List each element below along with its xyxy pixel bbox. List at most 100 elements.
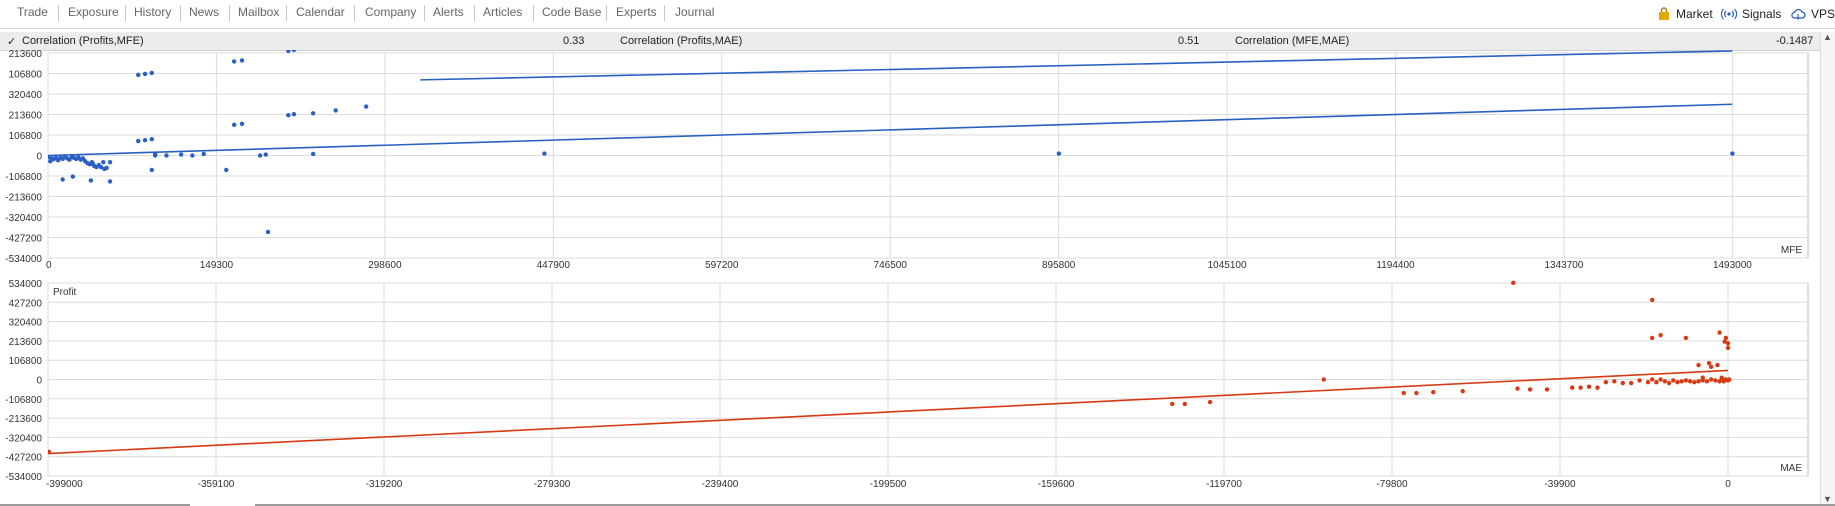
scatter-point	[231, 122, 237, 127]
collapse-check-icon[interactable]: ✓	[7, 35, 16, 48]
scatter-point	[102, 166, 107, 172]
tab-experts[interactable]: Experts	[616, 5, 657, 19]
tab-exposure[interactable]: Exposure	[68, 5, 119, 19]
scatter-point	[1431, 389, 1436, 395]
scatter-point	[1671, 378, 1676, 383]
scatter-point	[1679, 379, 1684, 384]
x-tick-label: 0	[46, 260, 52, 271]
bottom-scroll-strip[interactable]	[0, 501, 1835, 506]
scatter-point	[1620, 380, 1625, 386]
y-tick-label: -534000	[5, 254, 42, 265]
scatter-point	[1570, 385, 1575, 390]
scatter-point	[1207, 399, 1213, 405]
scatter-point	[1628, 380, 1634, 386]
scatter-point	[1708, 377, 1714, 382]
tab-separator	[229, 5, 230, 21]
scatter-point	[239, 58, 245, 63]
scatter-point	[1730, 151, 1735, 156]
y-tick-label: 534000	[9, 279, 43, 290]
scatter-point	[1683, 378, 1689, 383]
tab-separator	[664, 5, 665, 21]
x-tick-label: 0	[1725, 479, 1731, 490]
scatter-point	[48, 449, 52, 454]
scatter-point	[224, 167, 229, 173]
scatter-point	[190, 153, 195, 158]
scatter-point	[1658, 377, 1663, 382]
scatter-point	[88, 178, 94, 183]
scatter-point	[201, 151, 206, 157]
scatter-point	[149, 167, 154, 173]
x-tick-label: -199500	[870, 479, 907, 490]
y-tick-label: -427200	[5, 234, 42, 245]
scatter-point	[1401, 390, 1406, 396]
signals-link[interactable]: Signals	[1721, 7, 1781, 21]
tab-news[interactable]: News	[189, 5, 219, 19]
scatter-point	[291, 112, 297, 117]
tab-alerts[interactable]: Alerts	[433, 5, 464, 19]
x-tick-label: 1194400	[1376, 260, 1415, 271]
scatter-point	[164, 153, 169, 158]
tab-calendar[interactable]: Calendar	[296, 5, 345, 19]
x-tick-label: 149300	[200, 260, 234, 271]
tab-articles[interactable]: Articles	[483, 5, 522, 19]
scatter-point	[1700, 375, 1705, 380]
y-tick-label: 320400	[9, 318, 43, 329]
y-tick-label: -213600	[5, 414, 42, 425]
x-axis-label: MAE	[1780, 463, 1802, 474]
scatter-point	[1708, 364, 1714, 370]
scatter-point	[149, 70, 154, 76]
bag-icon	[1659, 7, 1669, 20]
scatter-point	[1687, 379, 1693, 384]
tab-journal[interactable]: Journal	[675, 5, 714, 19]
tab-history[interactable]: History	[134, 5, 171, 19]
tab-company[interactable]: Company	[365, 5, 416, 19]
scatter-point	[1727, 377, 1732, 382]
tab-separator	[354, 5, 355, 21]
scatter-point	[1666, 380, 1672, 386]
scatter-point	[1658, 333, 1663, 338]
y-tick-label: -534000	[5, 472, 42, 483]
x-tick-label: -119700	[1206, 479, 1242, 490]
corr-mae-value: 0.51	[1178, 35, 1200, 47]
corr-mfe-mae-label: Correlation (MFE,MAE)	[1235, 35, 1350, 47]
scatter-point	[1056, 151, 1062, 156]
x-tick-label: 1343700	[1545, 260, 1584, 271]
panel-mfe: 213600 106800 320400 213600 106800 0 -106800 -2…	[5, 50, 1809, 271]
corr-mfe-value: 0.33	[563, 35, 585, 47]
tab-separator	[424, 5, 425, 21]
toolbox-tabbar: Trade Exposure History News Mailbox Calendar C…	[0, 0, 1835, 29]
scatter-point	[231, 59, 237, 64]
vertical-scrollbar[interactable]: ▲ ▼	[1820, 32, 1835, 506]
scatter-point	[1654, 380, 1659, 385]
market-link[interactable]: Market	[1657, 7, 1713, 21]
tab-mailbox[interactable]: Mailbox	[238, 5, 279, 19]
x-tick-label: 298600	[368, 260, 402, 271]
scatter-point	[1704, 379, 1710, 384]
y-tick-label: 106800	[9, 356, 43, 367]
vps-link[interactable]: VPS	[1790, 7, 1835, 21]
x-tick-label: 447900	[537, 260, 571, 271]
scatter-point	[1721, 379, 1726, 384]
scroll-up-icon[interactable]: ▲	[1823, 32, 1832, 42]
scatter-point	[1612, 379, 1617, 384]
tab-trade[interactable]: Trade	[17, 5, 48, 19]
scatter-point	[1511, 280, 1516, 286]
scatter-plots: 213600 106800 320400 213600 106800 0 -106800 -2…	[5, 50, 1809, 490]
y-tick-label: 427200	[9, 298, 43, 309]
scatter-point	[1650, 377, 1655, 382]
scatter-point	[107, 160, 113, 165]
scatter-point	[310, 111, 316, 116]
scatter-point	[265, 229, 271, 235]
scatter-point	[101, 160, 106, 165]
scatter-point	[1544, 387, 1550, 392]
tab-code-base[interactable]: Code Base	[542, 5, 601, 19]
scatter-point	[363, 104, 369, 109]
corr-mae-label: Correlation (Profits,MAE)	[620, 35, 743, 47]
scatter-point	[90, 161, 96, 167]
x-tick-label: -359100	[198, 479, 235, 490]
scatter-point	[1662, 379, 1668, 384]
y-tick-label: -106800	[5, 172, 42, 183]
x-tick-label: 746500	[874, 260, 908, 271]
scatter-point	[1675, 380, 1680, 385]
correlation-bar: ✓ Correlation (Profits,MFE) 0.33 Correla…	[0, 32, 1820, 51]
